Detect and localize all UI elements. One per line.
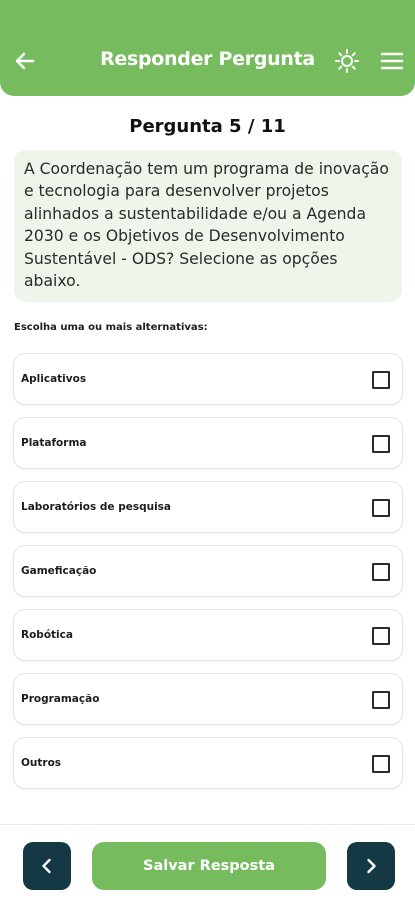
checkbox[interactable]	[372, 435, 390, 453]
checkbox[interactable]	[372, 499, 390, 517]
question-counter: Pergunta 5 / 11	[129, 116, 286, 137]
option-label: Plataforma	[21, 437, 87, 449]
checkbox[interactable]	[372, 755, 390, 773]
option-programacao[interactable]: Programação	[13, 673, 403, 725]
option-label: Laboratórios de pesquisa	[21, 501, 172, 513]
option-outros[interactable]: Outros	[13, 737, 403, 789]
option-gameficacao[interactable]: Gameficação	[13, 545, 403, 597]
option-label: Outros	[21, 757, 62, 769]
question-text: A Coordenação tem um programa de inovaçã…	[14, 150, 402, 302]
checkbox[interactable]	[372, 371, 390, 389]
previous-button[interactable]	[23, 842, 71, 890]
checkbox[interactable]	[372, 627, 390, 645]
option-aplicativos[interactable]: Aplicativos	[13, 353, 403, 405]
checkbox[interactable]	[372, 691, 390, 709]
option-label: Robótica	[21, 629, 73, 641]
next-button[interactable]	[347, 842, 395, 890]
instruction-label: Escolha uma ou mais alternativas:	[14, 322, 208, 333]
option-label: Aplicativos	[21, 373, 87, 385]
option-robotica[interactable]: Robótica	[13, 609, 403, 661]
footer-divider	[0, 824, 415, 825]
app-header: Responder Pergunta	[0, 0, 415, 96]
option-label: Programação	[21, 693, 100, 705]
option-label: Gameficação	[21, 565, 97, 577]
hamburger-menu-icon[interactable]	[380, 50, 404, 72]
sun-icon[interactable]	[334, 48, 360, 74]
chevron-right-icon	[367, 858, 376, 874]
checkbox[interactable]	[372, 563, 390, 581]
option-laboratorios[interactable]: Laboratórios de pesquisa	[13, 481, 403, 533]
option-plataforma[interactable]: Plataforma	[13, 417, 403, 469]
save-answer-button[interactable]: Salvar Resposta	[92, 842, 326, 890]
chevron-left-icon	[42, 858, 51, 874]
